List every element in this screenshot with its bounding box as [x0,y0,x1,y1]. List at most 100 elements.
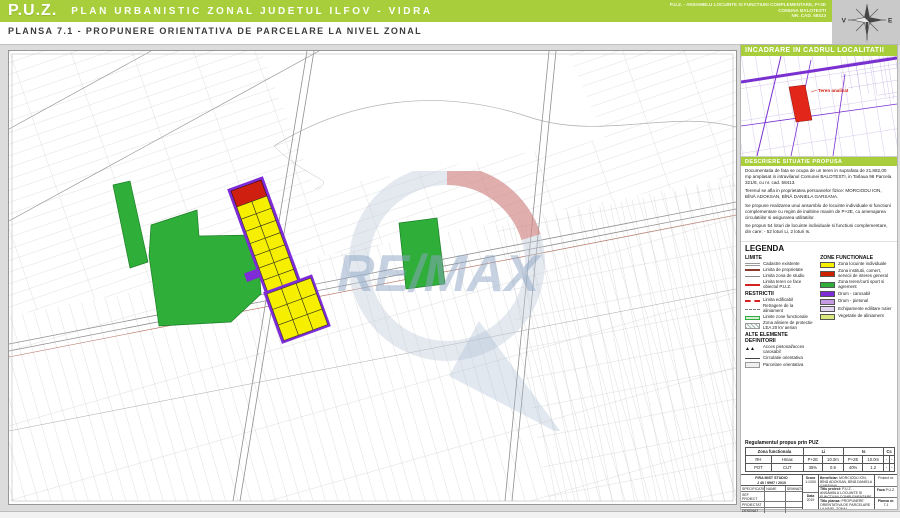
scara-cell: Scara1:1000 [803,475,818,493]
swatch-vegetatie-icon [820,314,835,320]
descriere-paragraph: Se propune realizarea unui ansamblu de l… [745,203,893,221]
legend-label: Cadastre existente [763,262,800,267]
row-desenat: DESENAT [741,508,765,513]
row-proiectat: PROIECTAT [741,502,765,507]
swatch-locuinte-icon [820,262,835,268]
sidebar: INCADRARE IN CADRUL LOCALITATII [740,44,898,510]
reg-cell: Hmax [771,456,803,464]
col-nume: NUME [765,486,786,491]
subtitle-bar: PLANSA 7.1 - PROPUNERE ORIENTATIVA DE PA… [0,22,832,44]
legend-zone-title: ZONE FUNCTIONALE [820,255,893,261]
reg-cell: P+2E [803,456,822,464]
reg-header: Li [803,448,843,456]
legend-label: Vegetatie de aliniament [838,314,884,319]
reg-cell: POT [746,464,772,472]
descriere-text: Documentatia de fata se ocupa de un tere… [741,166,897,242]
plansa-nr-cell: Plansa nr. 7.1 [875,498,897,509]
incadrare-title: INCADRARE IN CADRUL LOCALITATII [741,45,897,56]
reg-cell: 10.0m [822,456,843,464]
compass-east-label: E [888,18,893,25]
legend-label: Retragere de la aliniament [763,304,814,313]
legend-title: LEGENDA [745,244,893,253]
swatch-retragere-icon [745,309,760,310]
swatch-drum-pietonal-icon [820,299,835,305]
beneficiar-cell: Beneficiar: MORCIODU ION, BÎNĂ ADOKSAN, … [819,475,874,487]
col-semnatura: SEMNATURA [786,486,802,491]
legend-label: Acces pietonal/acces carosabil [763,345,814,354]
reg-cell: P+2E [844,456,863,464]
reg-header: Is [844,448,884,456]
swatch-lea-icon [745,323,760,329]
legend-label: Limita zona de studiu [763,274,805,279]
firm-registration: J 40 / 9997 / 2010 [741,481,802,486]
zoning-map-panel: RE/MAX [8,50,737,505]
legend-label: Echipamente edilitare rutier [838,307,891,312]
legend: LEGENDA LIMITE Cadastre existente Limita… [741,242,897,372]
titlu-plansa-cell: Titlu plansa: PROPUNERE ORIENTATIVA DE P… [819,498,874,509]
descriere-paragraph: Documentatia de fata se ocupa de un tere… [745,168,893,186]
swatch-acces-icon: ▲▲ [745,347,760,352]
project-info-line: NR. CAD. 58413 [670,13,826,19]
faza-cell: Faza P.U.Z. [875,487,897,499]
green-zone-east [399,218,445,289]
faza-label: Faza [877,488,885,492]
reg-header: Cc [884,448,895,456]
legend-label: Drum - carosabil [838,292,870,297]
legend-label: Parcelare orientativa [763,363,803,368]
legend-label: Zona institutii, comert, servicii de int… [838,269,893,278]
proiect-nr-cell: Proiect nr. [875,475,897,487]
page-title: PLAN URBANISTIC ZONAL JUDETUL ILFOV - VI… [71,6,432,17]
swatch-edificabil-icon [745,300,760,302]
swatch-teren-puz-icon [745,284,760,286]
swatch-cadastre-icon [745,263,760,266]
reg-cell: - [889,456,894,464]
swatch-parcelare-icon [745,362,760,368]
swatch-zone-functionale-icon [745,316,760,320]
compass-box: V E [832,0,900,44]
data-cell: Data2019 [803,493,818,510]
legend-alte-title: ALTE ELEMENTE DEFINITORII [745,332,814,344]
legend-label: Zona teren/curti sport si agrement [838,280,893,289]
swatch-proprietate-icon [745,269,760,271]
project-info-line: P.U.Z. - ANSAMBLU LOCUINTE SI FUNCTIUNI … [670,2,826,8]
faza-value: P.U.Z. [886,488,895,492]
legend-label: Limite zone functionale [763,315,808,320]
regulament-table: Zona functionala Li Is Cc RH Hmax P+2E 1… [745,447,895,472]
project-info: P.U.Z. - ANSAMBLU LOCUINTE SI FUNCTIUNI … [670,2,826,19]
regulament-section: Regulamentul propus prin PUZ Zona functi… [741,439,897,474]
reg-cell: 10.0m [863,456,884,464]
location-inset-map: Teren analizat [741,56,897,157]
plansa-nr-value: 7.1 [884,503,889,507]
compass-west-label: V [842,18,847,25]
minimap-parcel-label: Teren analizat [818,88,849,93]
row-sef-proiect: SEF PROIECT [741,492,765,501]
descriere-paragraph: Se propun 54 loturi de locuinte individu… [745,223,893,235]
swatch-drum-carosabil-icon [820,291,835,297]
cadastral-map [9,51,736,504]
data-value: 2019 [807,498,815,502]
cadastral-parcels [9,51,736,501]
reg-cell: 40% [844,464,863,472]
legend-label: Zona aliniere de protectie LEA 20 kV aer… [763,321,814,330]
legend-label: Zona locuinte individuale [838,262,886,267]
legend-label: Limita edificabil [763,298,793,303]
titlu-proiect-cell: Titlu proiect: P.U.Z. - ANSAMBLU LOCUINT… [819,487,874,499]
sidebar-spacer [741,372,897,439]
title-block: FIRA MIST STUDIO J 40 / 9997 / 2010 SPEC… [741,474,897,509]
reg-cell: 35% [803,464,822,472]
legend-label: Drum - pietonal [838,299,868,304]
reg-cell: - [889,464,894,472]
sheet-subtitle: PLANSA 7.1 - PROPUNERE ORIENTATIVA DE PA… [0,22,832,36]
reg-cell: RH [746,456,772,464]
swatch-sport-icon [820,282,835,288]
descriere-title: DESCRIERE SITUATIE PROPUSA [741,157,897,166]
puz-logo: P.U.Z. [8,2,57,20]
legend-label: Limita de proprietate [763,268,803,273]
regulament-title: Regulamentul propus prin PUZ [745,440,893,446]
swatch-institutii-icon [820,271,835,277]
legend-label: Limita teren ce face obiectul P.U.Z. [763,280,814,289]
legend-label: Circulatie orientativa [763,356,803,361]
header-bar: P.U.Z. PLAN URBANISTIC ZONAL JUDETUL ILF… [0,0,832,22]
swatch-echipamente-icon [820,306,835,312]
reg-cell: 1.2 [863,464,884,472]
